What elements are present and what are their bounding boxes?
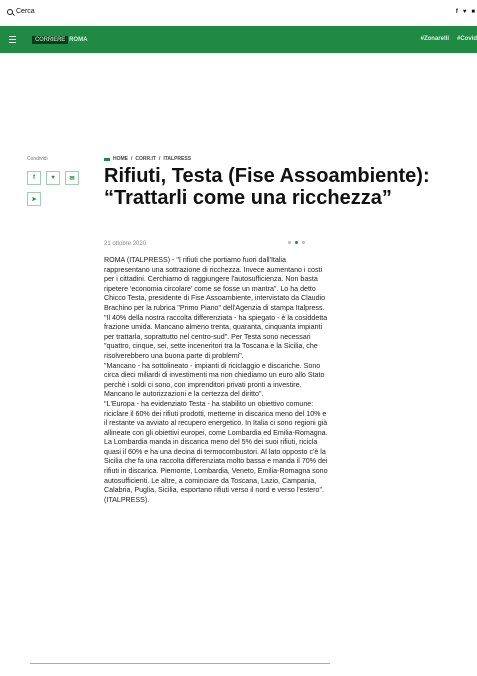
article-title: Rifiuti, Testa (Fise Assoambiente): “Tra… (104, 165, 430, 209)
hashtag-nav: #Zonarelli #Covid (421, 36, 477, 42)
breadcrumb-item[interactable]: CORR.IT (135, 156, 156, 162)
share-dot-icon[interactable] (302, 241, 305, 244)
article-paragraph: "Il 40% della nostra raccolta differenzi… (104, 313, 328, 360)
menu-icon[interactable] (9, 36, 16, 45)
breadcrumb-separator: / (158, 156, 161, 162)
article-date: 21 ottobre 2020 (104, 241, 147, 247)
share-dot-icon[interactable] (288, 241, 291, 244)
twitter-icon[interactable]: ♥ (463, 9, 467, 15)
breadcrumb-item[interactable]: ITALPRESS (163, 156, 191, 162)
breadcrumb: HOME / CORR.IT / ITALPRESS (104, 156, 191, 162)
share-send-button[interactable]: ➤ (27, 192, 41, 206)
breadcrumb-marker (104, 157, 110, 161)
divider (30, 663, 330, 664)
twitter-icon: ♥ (51, 175, 55, 181)
share-dots (288, 241, 305, 244)
top-bar: Cerca f ♥ ■ (0, 0, 477, 26)
breadcrumb-item[interactable]: HOME (113, 156, 128, 162)
share-email-button[interactable]: ✉ (65, 171, 79, 185)
search-button[interactable]: Cerca (7, 8, 35, 15)
share-dot-icon[interactable] (295, 241, 298, 244)
article-paragraph: "L'Europa - ha evidenziato Testa - ha st… (104, 399, 328, 495)
search-label: Cerca (16, 8, 35, 15)
main-navbar: CORRIERE ROMA #Zonarelli #Covid (0, 26, 477, 53)
article-body: ROMA (ITALPRESS) - "I rifiuti che portia… (104, 256, 328, 505)
send-icon: ➤ (31, 196, 37, 203)
logo-suffix: ROMA (69, 36, 88, 43)
article-paragraph: (ITALPRESS). (104, 495, 150, 504)
share-twitter-button[interactable]: ♥ (46, 171, 60, 185)
email-icon[interactable]: ■ (471, 9, 475, 15)
email-icon: ✉ (69, 175, 75, 182)
facebook-icon: f (33, 175, 35, 181)
article-paragraph: ROMA (ITALPRESS) - "I rifiuti che portia… (104, 256, 326, 312)
logo-main: CORRIERE (32, 35, 69, 44)
share-label: Condividi (27, 156, 48, 162)
site-logo[interactable]: CORRIERE ROMA (32, 34, 87, 45)
search-icon (7, 8, 13, 15)
breadcrumb-separator: / (131, 156, 133, 162)
social-links: f ♥ ■ (456, 9, 475, 15)
hashtag-link[interactable]: #Zonarelli (421, 36, 449, 42)
hashtag-link[interactable]: #Covid (457, 36, 477, 42)
facebook-icon[interactable]: f (456, 9, 458, 15)
share-facebook-button[interactable]: f (27, 171, 41, 185)
article-paragraph: "Mancano - ha sottolineato - impianti di… (104, 361, 325, 399)
